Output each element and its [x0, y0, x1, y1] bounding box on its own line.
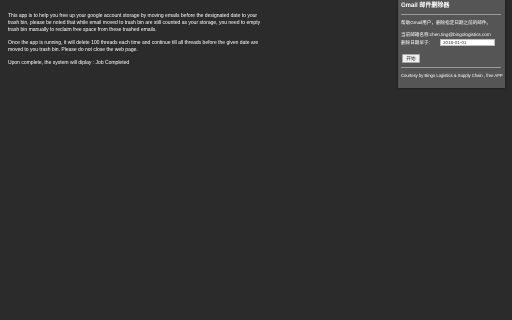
date-input[interactable]: 2016-01-01	[440, 39, 495, 46]
start-button[interactable]: 开始	[402, 54, 420, 63]
credit-text: Courtesy by Bingo Logistics & Supply Cha…	[401, 73, 503, 78]
date-label: 删除日期早于:	[401, 40, 430, 45]
intro-text: This app is to help you free up your goo…	[8, 13, 268, 73]
account-label: 当前邮箱名称:	[401, 32, 430, 37]
gmail-deleter-panel: Gmail 邮件删除器 帮助Gmail用户，删除指定日期之前的邮件。 当前邮箱名…	[398, 0, 505, 88]
panel-divider-bottom	[401, 67, 501, 68]
intro-paragraph-2: Once the app is running, it will delete …	[8, 40, 259, 53]
panel-instruction: 帮助Gmail用户，删除指定日期之前的邮件。	[401, 20, 492, 25]
intro-paragraph-1: This app is to help you free up your goo…	[8, 13, 261, 33]
panel-divider-top	[401, 14, 501, 15]
panel-title: Gmail 邮件删除器	[401, 3, 450, 9]
account-value: chen.ting@bingologistics.com	[429, 32, 491, 37]
intro-paragraph-3: Upon complete, the system will diplay : …	[8, 60, 130, 66]
account-row: 当前邮箱名称:chen.ting@bingologistics.com	[401, 32, 503, 38]
date-row: 删除日期早于: 2016-01-01	[401, 39, 503, 46]
